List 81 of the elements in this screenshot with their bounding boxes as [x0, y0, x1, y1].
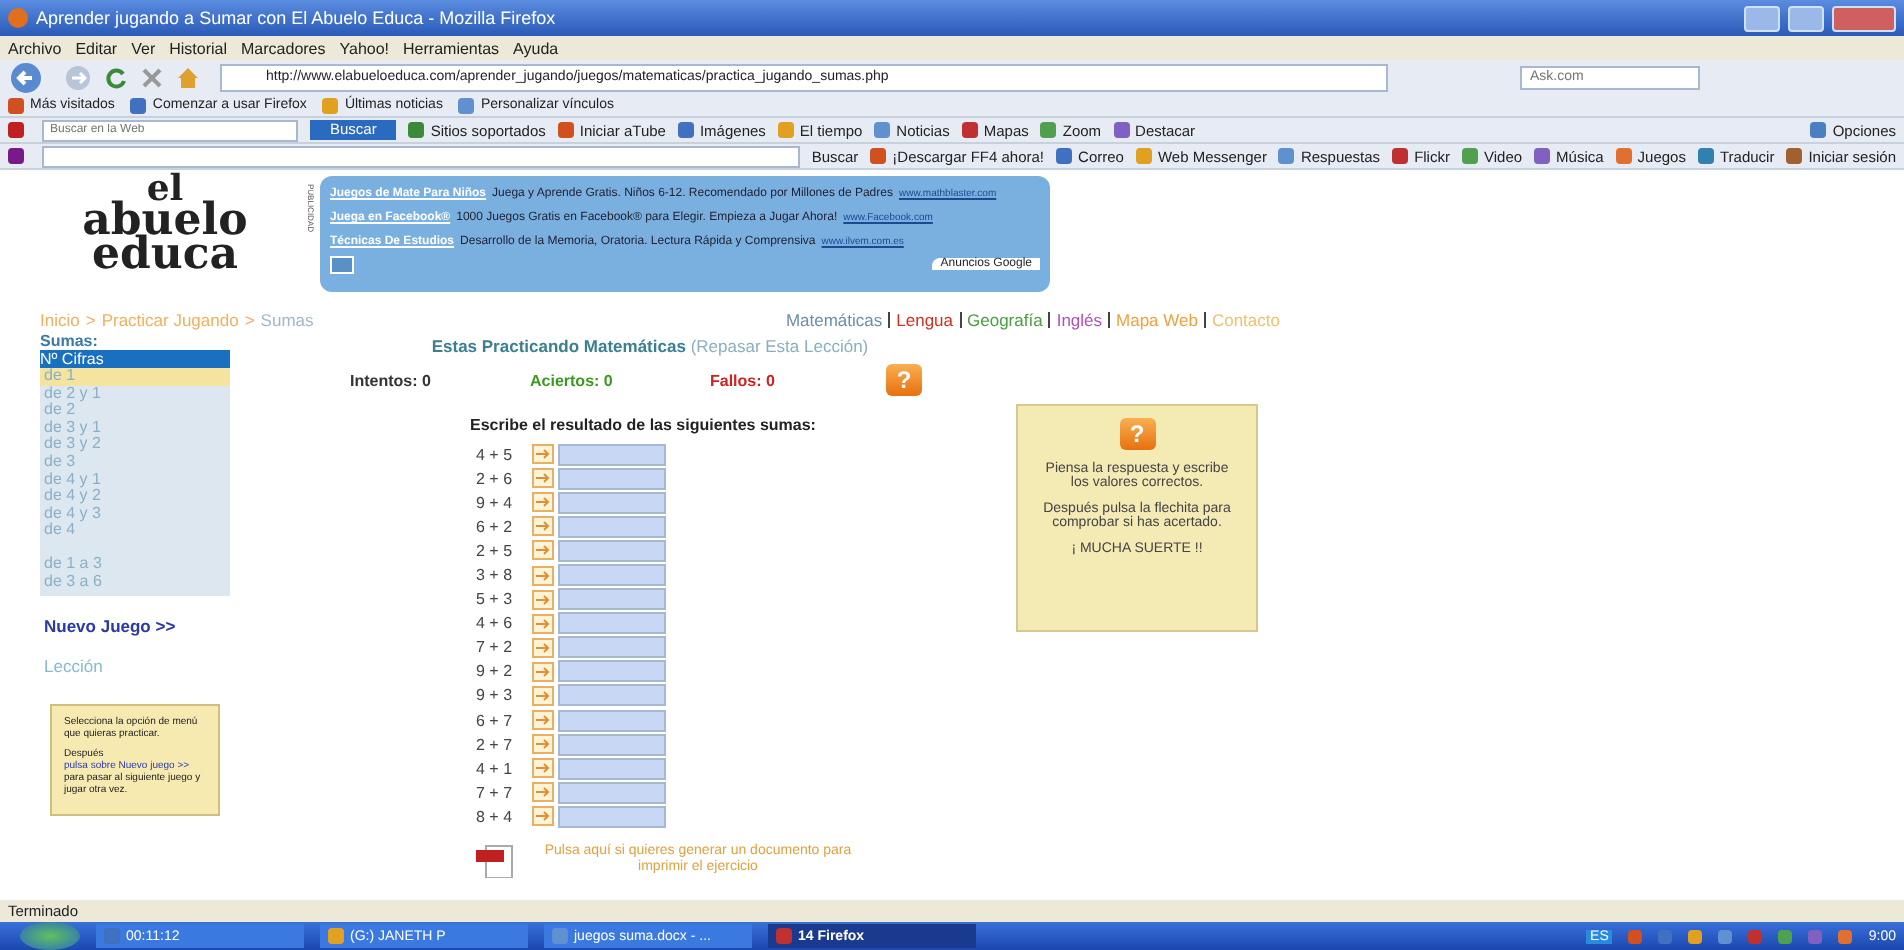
arrow-icon[interactable] [532, 685, 554, 706]
arrow-icon[interactable] [532, 468, 554, 489]
answer-field[interactable] [558, 757, 666, 780]
arrow-icon[interactable] [532, 613, 554, 634]
next-ad-button[interactable] [330, 255, 354, 273]
sum-label: 4 + 5 [476, 445, 515, 464]
arrow-icon[interactable] [532, 710, 554, 731]
close-button[interactable] [1832, 5, 1896, 31]
answer-field[interactable] [558, 564, 666, 587]
forward-icon[interactable] [64, 63, 92, 91]
menu-item[interactable]: Yahoo! [339, 39, 390, 57]
arrow-icon[interactable] [532, 661, 554, 682]
sum-label: 8 + 4 [476, 807, 515, 826]
start-button[interactable] [20, 922, 80, 950]
breadcrumb-separator: > [85, 310, 96, 330]
answer-field[interactable] [558, 588, 666, 611]
score-label: Intentos: 0 [350, 371, 433, 389]
answer-field[interactable] [558, 612, 666, 635]
answer-field[interactable] [558, 805, 666, 828]
arrow-icon[interactable] [532, 758, 554, 779]
score-label: Fallos: 0 [710, 371, 777, 389]
sum-label: 2 + 7 [476, 735, 515, 754]
minimize-button[interactable] [1744, 5, 1780, 31]
sum-label: 9 + 3 [476, 686, 515, 705]
firefox-icon [8, 8, 28, 28]
answer-field[interactable] [558, 491, 666, 514]
answer-field[interactable] [558, 781, 666, 804]
score-label: Aciertos: 0 [530, 371, 615, 389]
menu-item[interactable]: Herramientas [403, 39, 500, 57]
answer-field[interactable] [558, 515, 666, 538]
page-heading: Estas Practicando Matemáticas [431, 336, 686, 356]
search-field[interactable] [42, 145, 800, 167]
arrow-icon[interactable] [532, 589, 554, 610]
breadcrumb-separator: > [244, 310, 255, 330]
answer-field[interactable] [558, 733, 666, 756]
instructions: Escribe el resultado de las siguientes sumas: [470, 416, 818, 434]
menu-item[interactable]: Ayuda [513, 39, 559, 57]
arrow-icon[interactable] [532, 782, 554, 803]
stop-icon[interactable] [140, 65, 164, 89]
reload-icon[interactable] [104, 65, 128, 89]
sum-label: 4 + 6 [476, 614, 515, 633]
menu-item[interactable]: Editar [75, 39, 118, 57]
sum-label: 9 + 4 [476, 493, 515, 512]
menu-item[interactable]: Archivo [8, 39, 62, 57]
sum-label: 7 + 7 [476, 783, 515, 802]
subject-link[interactable]: Inglés [1056, 310, 1103, 330]
answer-field[interactable] [558, 660, 666, 683]
answer-field[interactable] [558, 467, 666, 490]
sidebar-header: Nº Cifras [40, 350, 230, 368]
sum-label: 6 + 2 [476, 517, 515, 536]
sum-label: 4 + 1 [476, 759, 515, 778]
arrow-icon[interactable] [532, 540, 554, 561]
answer-field[interactable] [558, 709, 666, 732]
arrow-icon[interactable] [532, 734, 554, 755]
arrow-icon[interactable] [532, 637, 554, 658]
arrow-icon[interactable] [532, 516, 554, 537]
sum-label: 5 + 3 [476, 590, 515, 609]
sum-label: 6 + 7 [476, 711, 515, 730]
arrow-icon[interactable] [532, 565, 554, 586]
maximize-button[interactable] [1788, 5, 1824, 31]
new-game-link[interactable]: Nuevo Juego >> [44, 616, 230, 637]
answer-field[interactable] [558, 684, 666, 707]
sum-label: 9 + 2 [476, 662, 515, 681]
subject-link[interactable]: Lengua [896, 310, 954, 330]
arrow-icon[interactable] [532, 444, 554, 465]
menu-item[interactable]: Historial [169, 39, 228, 57]
arrow-icon[interactable] [532, 492, 554, 513]
sidebar-title: Sumas: [40, 332, 230, 350]
menu-item[interactable]: Marcadores [241, 39, 326, 57]
home-icon[interactable] [176, 65, 200, 89]
logo[interactable]: el abuelo educa [40, 176, 290, 272]
window-title: Aprender jugando a Sumar con El Abuelo Educa - Mozilla Firefox [36, 8, 556, 28]
sum-label: 2 + 6 [476, 469, 515, 488]
arrow-icon[interactable] [532, 806, 554, 827]
answer-field[interactable] [558, 443, 666, 466]
answer-field[interactable] [558, 636, 666, 659]
sum-label: 2 + 5 [476, 541, 515, 560]
menu-item[interactable]: Ver [131, 39, 156, 57]
sum-label: 3 + 8 [476, 566, 515, 585]
answer-field[interactable] [558, 539, 666, 562]
sum-label: 7 + 2 [476, 638, 515, 657]
